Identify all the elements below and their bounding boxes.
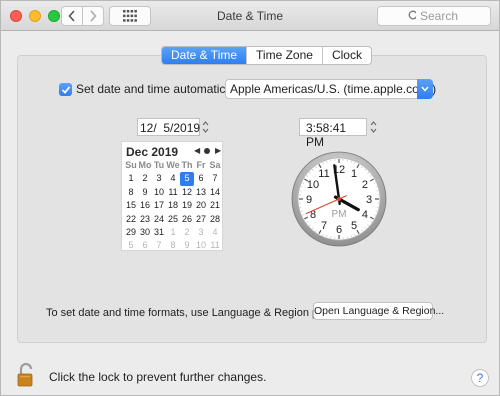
help-button[interactable]: ?: [471, 369, 489, 387]
open-language-region-button[interactable]: Open Language & Region...: [313, 302, 444, 320]
calendar-day[interactable]: 4: [166, 172, 180, 185]
calendar-day[interactable]: 2: [138, 172, 152, 185]
clock-number: 3: [366, 194, 372, 206]
calendar-day[interactable]: 21: [208, 199, 222, 212]
clock-center-pin: [337, 197, 341, 201]
weekday-header: Tu: [153, 160, 165, 170]
clock-number: 4: [362, 209, 368, 221]
calendar-day[interactable]: 6: [138, 239, 152, 252]
calendar-day[interactable]: 29: [124, 226, 138, 239]
calendar-day[interactable]: 3: [194, 226, 208, 239]
clock-number: 2: [362, 179, 368, 191]
search-input[interactable]: [420, 9, 490, 23]
calendar-day[interactable]: 9: [138, 186, 152, 199]
clock-number: 6: [336, 224, 342, 236]
previous-month-icon[interactable]: ◀: [194, 146, 200, 155]
lock-instruction-text: Click the lock to prevent further change…: [49, 370, 267, 384]
clock-face: 12 1234567891011 PM: [291, 151, 387, 247]
weekday-header: We: [166, 160, 180, 170]
auto-time-label: Set date and time automatically:: [76, 82, 247, 96]
calendar-day[interactable]: 4: [208, 226, 222, 239]
calendar-day[interactable]: 24: [152, 213, 166, 226]
date-value: 12/ 5/2019: [140, 121, 201, 135]
calendar-day[interactable]: 1: [166, 226, 180, 239]
clock-number: 1: [351, 168, 357, 180]
time-stepper[interactable]: [369, 119, 378, 135]
date-time-window: Date & Time Date & Time Time Zone Clock …: [0, 0, 500, 396]
calendar-day[interactable]: 14: [208, 186, 222, 199]
calendar-day[interactable]: 8: [124, 186, 138, 199]
clock-period: PM: [332, 209, 347, 220]
today-dot-icon[interactable]: [204, 148, 210, 154]
clock-number: 5: [351, 220, 357, 232]
calendar-day[interactable]: 1: [124, 172, 138, 185]
time-field[interactable]: 3:58:41 PM: [299, 118, 367, 149]
calendar-day[interactable]: 11: [166, 186, 180, 199]
calendar-day[interactable]: 26: [180, 213, 194, 226]
calendar-day[interactable]: 7: [208, 172, 222, 185]
dropdown-arrow-icon[interactable]: [417, 79, 433, 99]
title-bar: Date & Time: [1, 1, 499, 31]
calendar-day[interactable]: 11: [208, 239, 222, 252]
calendar-day[interactable]: 5: [124, 239, 138, 252]
clock-number: 11: [318, 168, 329, 180]
weekday-header: Sa: [209, 160, 221, 170]
calendar-day[interactable]: 27: [194, 213, 208, 226]
weekday-header: Mo: [138, 160, 152, 170]
calendar-day[interactable]: 2: [180, 226, 194, 239]
calendar-day[interactable]: 19: [180, 199, 194, 212]
calendar-day[interactable]: 7: [152, 239, 166, 252]
calendar-month-title: Dec 2019: [126, 145, 179, 159]
auto-time-checkbox[interactable]: [59, 83, 72, 96]
calendar-day[interactable]: 10: [152, 186, 166, 199]
calendar-day[interactable]: 23: [138, 213, 152, 226]
calendar-day[interactable]: 22: [124, 213, 138, 226]
analog-clock: 12 1 2 3 4 5 6 7 8 9 10 11 PM: [291, 151, 387, 247]
time-server-value: Apple Americas/U.S. (time.apple.com.): [230, 82, 437, 96]
date-stepper[interactable]: [201, 119, 210, 135]
calendar-day[interactable]: 15: [124, 199, 138, 212]
tab-clock[interactable]: Clock: [321, 47, 371, 64]
calendar[interactable]: Dec 2019 ◀ ▶ Su Mo Tu We Th Fr Sa 1 2 3 4 5 6 7 8 9 10 11…: [121, 141, 223, 251]
calendar-day[interactable]: 13: [194, 186, 208, 199]
weekday-header: Su: [125, 160, 137, 170]
clock-number: 7: [321, 220, 327, 232]
next-month-icon[interactable]: ▶: [215, 146, 221, 155]
checkmark-icon: [61, 85, 70, 94]
search-field[interactable]: [377, 6, 491, 26]
clock-number: 10: [307, 179, 319, 191]
date-field[interactable]: 12/ 5/2019: [137, 118, 200, 136]
calendar-day[interactable]: 20: [194, 199, 208, 212]
calendar-day[interactable]: 10: [194, 239, 208, 252]
calendar-day[interactable]: 3: [152, 172, 166, 185]
search-icon: [408, 10, 416, 20]
tab-time-zone[interactable]: Time Zone: [246, 47, 322, 64]
calendar-day[interactable]: 30: [138, 226, 152, 239]
clock-number: 9: [306, 194, 312, 206]
time-value: 3:58:41 PM: [306, 121, 347, 149]
calendar-grid: Su Mo Tu We Th Fr Sa 1 2 3 4 5 6 7 8 9 10 11 12 13 14 15 16 17 1…: [124, 159, 222, 253]
calendar-day[interactable]: 8: [166, 239, 180, 252]
calendar-day[interactable]: 9: [180, 239, 194, 252]
calendar-day[interactable]: 6: [194, 172, 208, 185]
lock-icon[interactable]: [17, 362, 37, 387]
tab-date-time[interactable]: Date & Time: [162, 47, 247, 64]
calendar-day[interactable]: 28: [208, 213, 222, 226]
calendar-day[interactable]: 25: [166, 213, 180, 226]
calendar-day[interactable]: 16: [138, 199, 152, 212]
calendar-day[interactable]: 5: [180, 172, 194, 186]
weekday-header: Th: [181, 160, 193, 170]
tab-bar: Date & Time Time Zone Clock: [161, 46, 372, 65]
calendar-day[interactable]: 18: [166, 199, 180, 212]
stepper-arrows-icon: [202, 121, 209, 133]
calendar-day[interactable]: 12: [180, 186, 194, 199]
calendar-day[interactable]: 31: [152, 226, 166, 239]
weekday-header: Fr: [196, 160, 206, 170]
calendar-day[interactable]: 17: [152, 199, 166, 212]
time-server-select[interactable]: Apple Americas/U.S. (time.apple.com.): [225, 79, 437, 99]
stepper-arrows-icon: [370, 121, 377, 133]
